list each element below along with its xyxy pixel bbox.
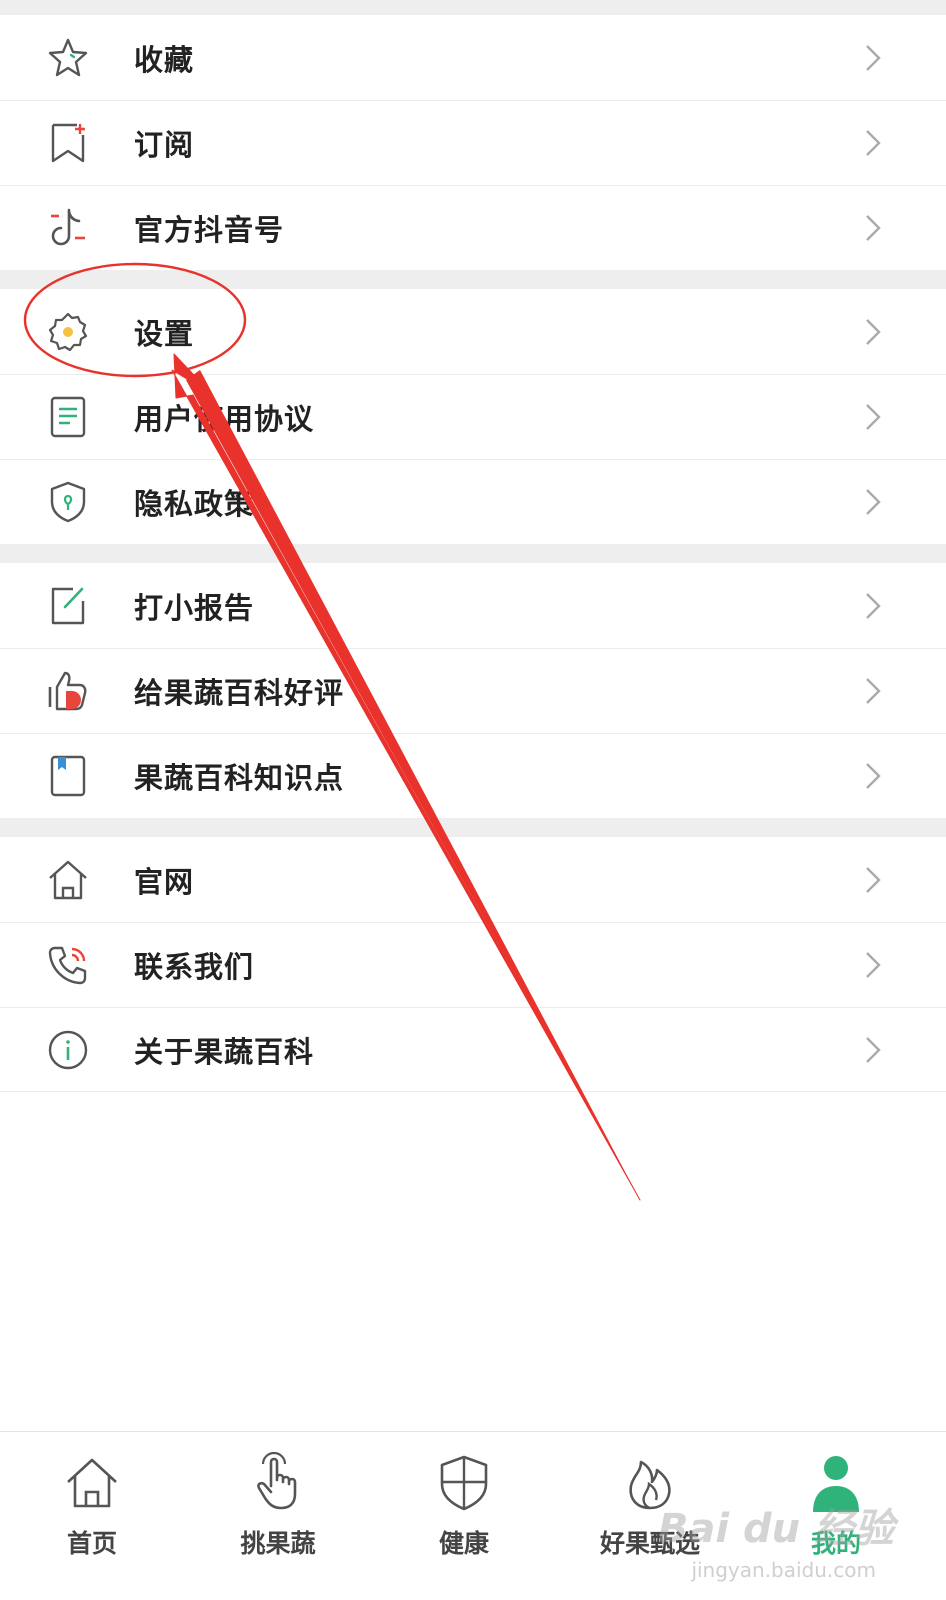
tab-label: 健康 xyxy=(438,1529,489,1558)
menu-item-subscribe[interactable]: 订阅 xyxy=(0,100,946,185)
menu-item-privacy-policy[interactable]: 隐私政策 xyxy=(0,459,946,544)
shield-icon xyxy=(46,480,90,524)
menu-item-contact-us[interactable]: 联系我们 xyxy=(0,922,946,1007)
menu-item-knowledge[interactable]: 果蔬百科知识点 xyxy=(0,733,946,818)
book-icon xyxy=(46,754,90,798)
chevron-right-icon xyxy=(866,951,881,978)
bookmark-add-icon xyxy=(46,121,90,165)
menu-item-label: 隐私政策 xyxy=(134,486,255,521)
menu-item-label: 用户使用协议 xyxy=(134,401,315,436)
home-icon xyxy=(67,1458,117,1508)
menu-group-1: 收藏 订阅 官方抖音号 xyxy=(0,15,946,270)
menu-item-label: 果蔬百科知识点 xyxy=(134,760,345,795)
tab-health[interactable]: 健康 xyxy=(394,1452,534,1582)
chevron-right-icon xyxy=(866,214,881,241)
chevron-right-icon xyxy=(866,762,881,789)
menu-item-about[interactable]: 关于果蔬百科 xyxy=(0,1007,946,1092)
menu-group-4: 官网 联系我们 关于果蔬百科 xyxy=(0,837,946,1092)
tab-home[interactable]: 首页 xyxy=(22,1452,162,1582)
menu-item-user-agreement[interactable]: 用户使用协议 xyxy=(0,374,946,459)
chevron-right-icon xyxy=(866,129,881,156)
phone-icon xyxy=(46,943,90,987)
chevron-right-icon xyxy=(866,44,881,71)
watermark-brand: Bai du 经验 xyxy=(657,1506,894,1552)
chevron-right-icon xyxy=(866,403,881,430)
thumbs-up-icon xyxy=(46,669,90,713)
menu-item-label: 订阅 xyxy=(134,127,195,162)
menu-item-label: 官网 xyxy=(134,864,195,899)
top-gap xyxy=(0,0,946,15)
group-gap xyxy=(0,544,946,563)
chevron-right-icon xyxy=(866,488,881,515)
chevron-right-icon xyxy=(866,318,881,345)
menu-item-label: 打小报告 xyxy=(134,590,255,625)
document-icon xyxy=(46,395,90,439)
chevron-right-icon xyxy=(866,866,881,893)
star-icon xyxy=(46,36,90,80)
home-icon xyxy=(46,858,90,902)
menu-item-label: 联系我们 xyxy=(134,949,255,984)
shield-icon xyxy=(440,1455,488,1511)
info-icon xyxy=(46,1028,90,1072)
watermark-url: jingyan.baidu.com xyxy=(691,1558,876,1582)
menu-group-2: 设置 用户使用协议 隐私政策 xyxy=(0,289,946,544)
tab-pick-produce[interactable]: 挑果蔬 xyxy=(208,1452,348,1582)
chevron-right-icon xyxy=(866,1036,881,1063)
menu-item-favorites[interactable]: 收藏 xyxy=(0,15,946,100)
menu-group-3: 打小报告 给果蔬百科好评 果蔬百科知识点 xyxy=(0,563,946,818)
menu-item-settings[interactable]: 设置 xyxy=(0,289,946,374)
tab-label: 首页 xyxy=(66,1529,117,1558)
chevron-right-icon xyxy=(866,677,881,704)
menu-item-label: 收藏 xyxy=(134,42,195,77)
menu-item-label: 关于果蔬百科 xyxy=(134,1034,315,1069)
chevron-right-icon xyxy=(866,592,881,619)
menu-item-label: 给果蔬百科好评 xyxy=(134,675,345,710)
group-gap xyxy=(0,270,946,289)
menu-item-label: 官方抖音号 xyxy=(134,212,285,247)
gear-icon xyxy=(46,310,90,354)
tab-label: 挑果蔬 xyxy=(240,1529,316,1558)
tiktok-icon xyxy=(46,206,90,250)
group-gap xyxy=(0,818,946,837)
menu-item-official-site[interactable]: 官网 xyxy=(0,837,946,922)
menu-item-report[interactable]: 打小报告 xyxy=(0,563,946,648)
hand-pointer-icon xyxy=(257,1452,297,1510)
menu-item-rate-app[interactable]: 给果蔬百科好评 xyxy=(0,648,946,733)
menu-item-official-douyin[interactable]: 官方抖音号 xyxy=(0,185,946,270)
edit-note-icon xyxy=(46,584,90,628)
menu-item-label: 设置 xyxy=(134,316,195,351)
